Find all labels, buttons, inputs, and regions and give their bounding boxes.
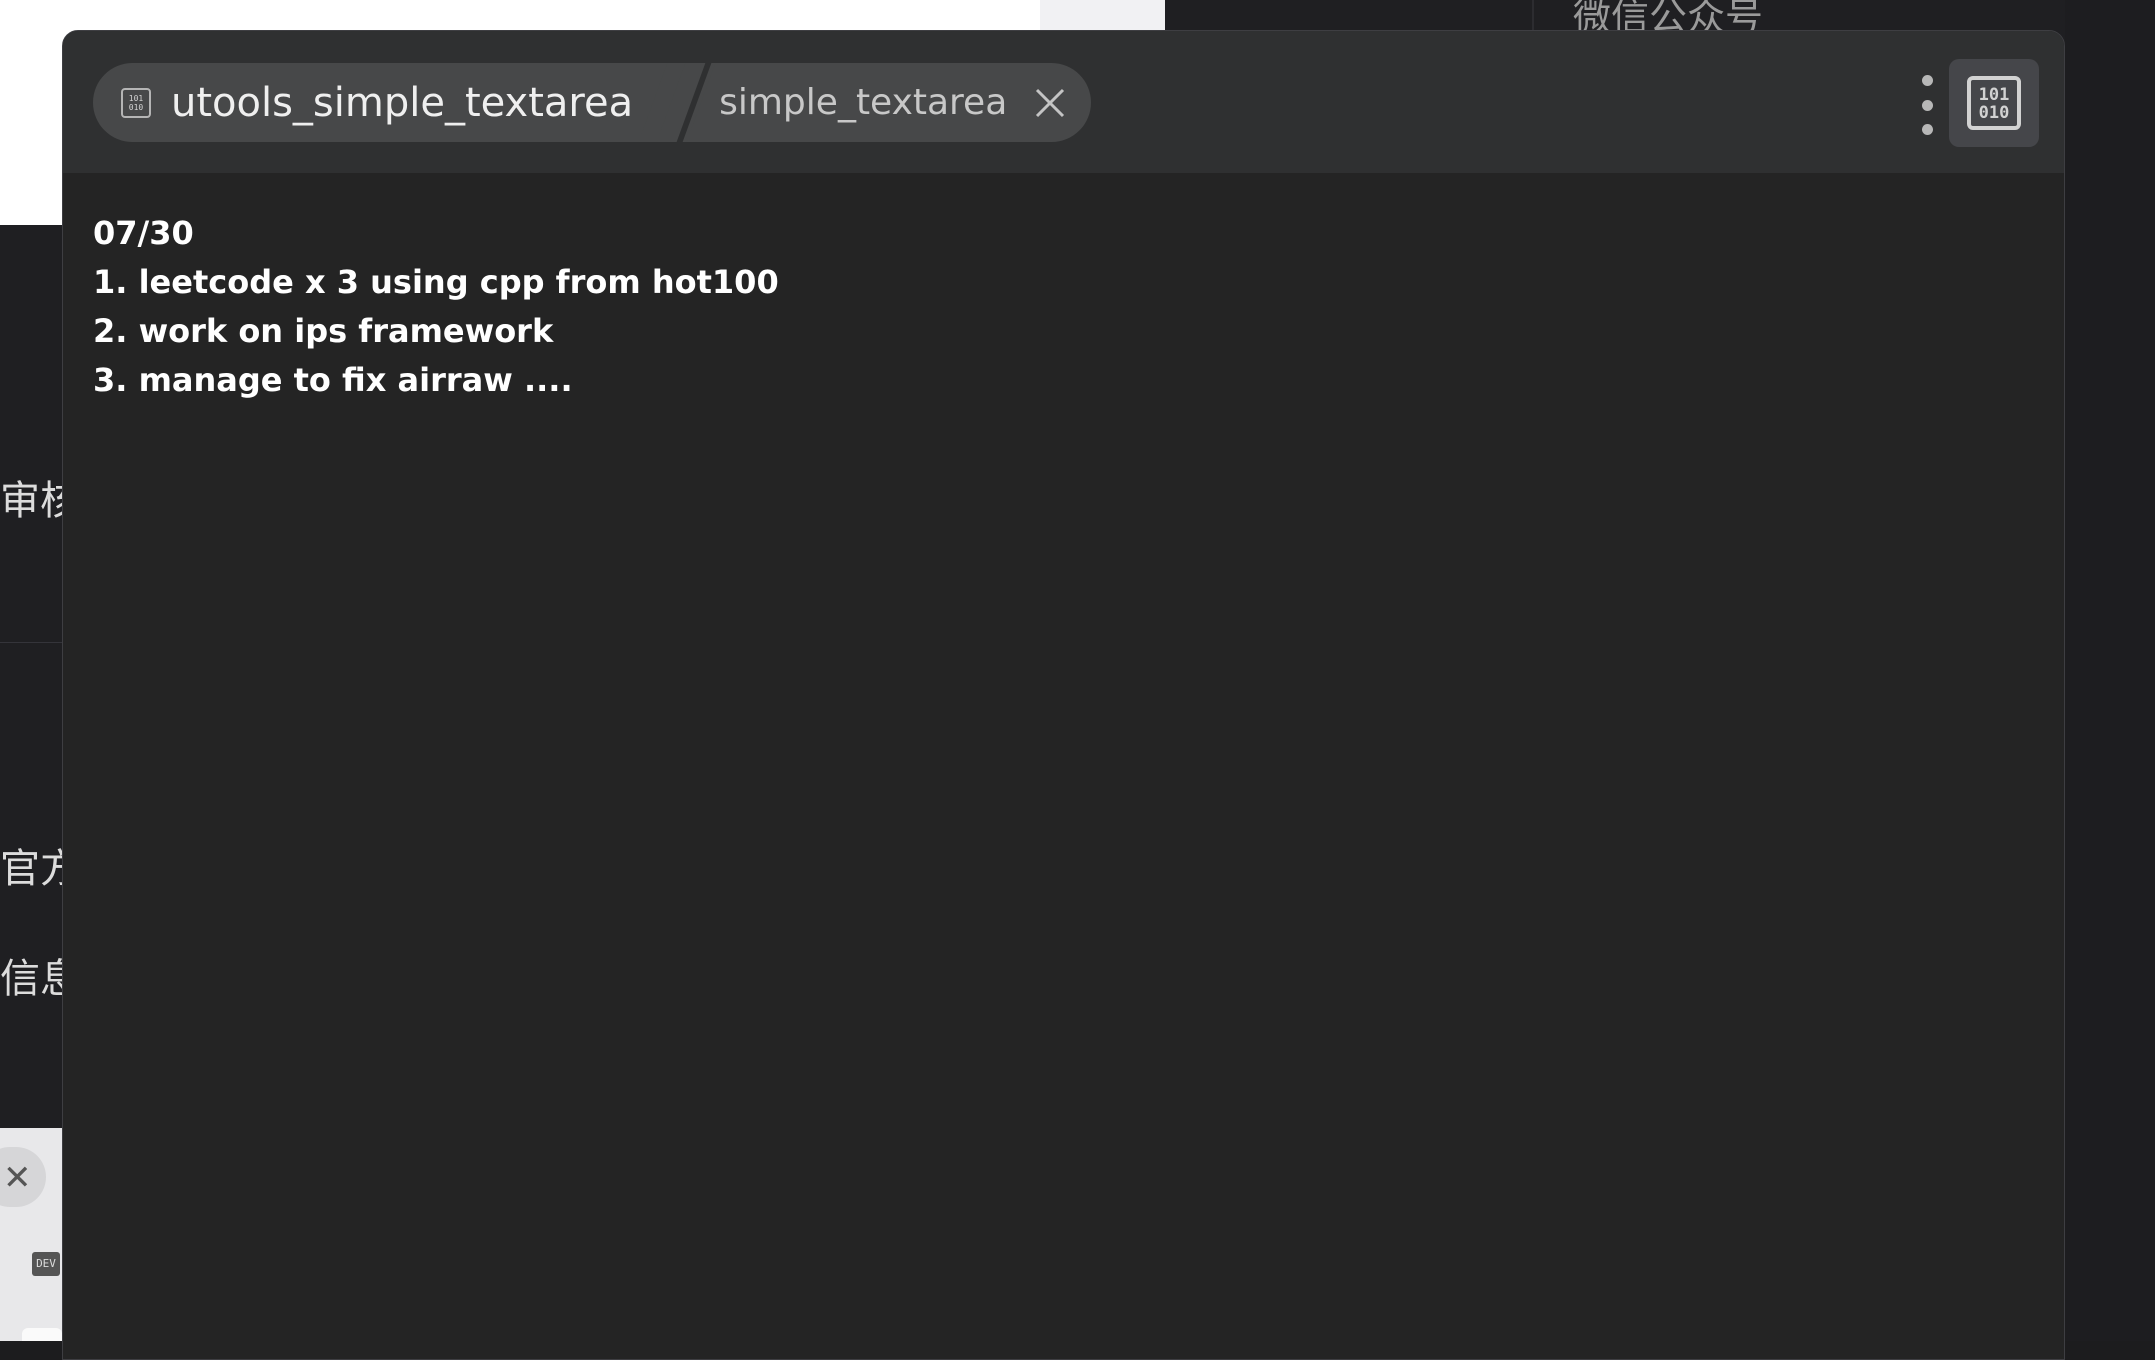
tab-feature-label: simple_textarea (719, 82, 1008, 123)
editor-line-4: 3. manage to fix airraw .... (93, 361, 573, 399)
background-right-column (2065, 0, 2155, 1341)
text-editor[interactable]: 07/30 1. leetcode x 3 using cpp from hot… (63, 173, 2064, 1359)
binary-app-icon: 101 010 (121, 87, 151, 118)
background-close-icon[interactable]: ✕ (3, 1158, 32, 1198)
more-vertical-icon[interactable] (1917, 75, 1937, 135)
editor-line-2: 1. leetcode x 3 using cpp from hot100 (93, 263, 779, 301)
editor-line-1: 07/30 (93, 214, 194, 252)
background-strip (1040, 0, 1165, 32)
tab-app[interactable]: 101 010 utools_simple_textarea (93, 63, 672, 142)
background-bottom-tab (22, 1328, 62, 1341)
svg-text:101: 101 (1979, 85, 2010, 105)
binary-plugin-icon: 101 010 (1967, 76, 2021, 130)
tab-bar: 101 010 utools_simple_textarea simple_te… (93, 63, 1092, 142)
tab-feature[interactable]: simple_textarea (685, 63, 1092, 142)
background-left-divider (0, 642, 62, 643)
svg-text:101: 101 (129, 94, 144, 103)
plugin-button[interactable]: 101 010 (1949, 59, 2039, 147)
background-left-text-1: 审核通 (0, 478, 62, 524)
close-icon[interactable] (1033, 86, 1067, 120)
background-left-text-3: 信息 (0, 956, 62, 1002)
background-divider (1532, 0, 1534, 32)
utools-window: 101 010 utools_simple_textarea simple_te… (62, 30, 2065, 1360)
background-left-text-2: 官方 (0, 846, 62, 892)
svg-text:010: 010 (1979, 103, 2010, 123)
editor-line-3: 2. work on ips framework (93, 312, 554, 350)
dev-badge-icon: DEV (32, 1252, 60, 1276)
tab-app-label: utools_simple_textarea (171, 79, 634, 126)
svg-text:010: 010 (129, 103, 144, 112)
title-bar: 101 010 utools_simple_textarea simple_te… (63, 31, 2064, 173)
